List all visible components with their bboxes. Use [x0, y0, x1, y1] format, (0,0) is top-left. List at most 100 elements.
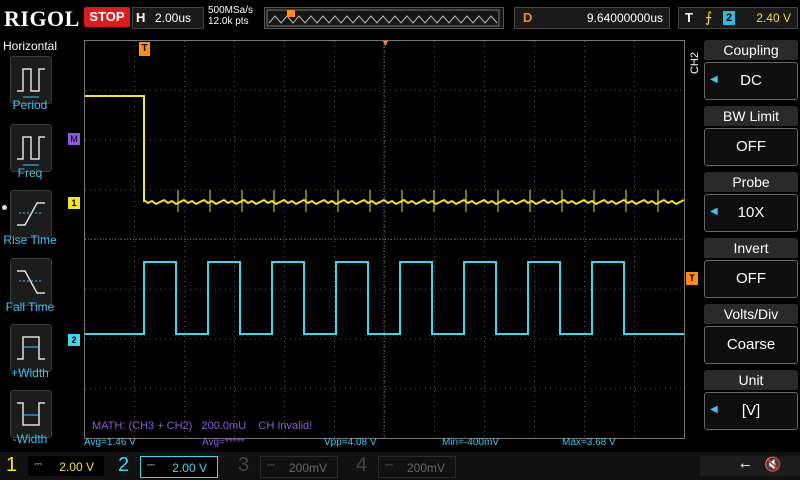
probe-title: Probe: [704, 172, 798, 192]
left-arrow-icon: ◀: [710, 206, 718, 217]
invert-menu[interactable]: Invert OFF: [704, 238, 798, 298]
memory-position-strip[interactable]: [264, 7, 504, 29]
dc-coupling-icon: ⎓: [385, 460, 393, 471]
speaker-muted-icon: 🔇: [764, 456, 782, 472]
freq-button[interactable]: [10, 124, 52, 172]
menu-channel-tag: CH2: [689, 52, 701, 75]
sample-rate: 500MSa/s: [208, 5, 254, 16]
math-status-line: MATH: (CH3 + CH2) 200.0mU CH Invalid!: [92, 420, 312, 432]
ch3-scale: 200mV: [288, 461, 327, 475]
left-panel-title: Horizontal: [2, 39, 58, 53]
volts-div-title: Volts/Div: [704, 304, 798, 324]
notification-area: ⭠ 🔇: [700, 456, 800, 476]
scroll-dot-icon: [2, 205, 7, 210]
coupling-menu[interactable]: Coupling DC ◀: [704, 40, 798, 100]
bw-limit-value[interactable]: OFF: [704, 128, 798, 166]
period-button[interactable]: [10, 56, 52, 104]
negative-width-label: -Width: [12, 432, 48, 446]
dc-coupling-icon: ⎓: [267, 460, 275, 471]
memory-depth: 12.0k pts: [208, 16, 249, 27]
volts-div-value[interactable]: Coarse: [704, 326, 798, 364]
memory-overview-icon: [266, 9, 500, 27]
math-scale: 200.0mU: [201, 420, 247, 432]
bw-limit-menu[interactable]: BW Limit OFF: [704, 106, 798, 166]
rise-time-icon: [17, 202, 45, 226]
dc-coupling-icon: ⎓: [147, 460, 155, 471]
ch1-number: 1: [6, 454, 18, 476]
trigger-level: 2.40 V: [756, 11, 791, 25]
fall-time-icon: [17, 270, 45, 294]
ch3-status[interactable]: 3 ⎓ 200mV: [232, 452, 350, 480]
ch4-status[interactable]: 4 ⎓ 200mV: [350, 452, 468, 480]
ch3-scale-box: ⎓ 200mV: [260, 456, 338, 478]
delay-box[interactable]: D 9.64000000us: [514, 7, 670, 29]
freq-label: Freq: [17, 166, 43, 180]
sampling-info: 500MSa/s 12.0k pts: [208, 5, 253, 27]
period-label: Period: [12, 98, 48, 112]
freq-icon: [17, 136, 45, 166]
ch3-number: 3: [238, 454, 250, 476]
math-label: MATH: (CH3 + CH2): [92, 420, 193, 432]
trigger-level-marker[interactable]: T: [686, 272, 698, 285]
ch2-scale-box: ⎓ 2.00 V: [140, 456, 218, 478]
delay-value: 9.64000000us: [586, 11, 663, 25]
invert-value[interactable]: OFF: [704, 260, 798, 298]
negative-width-button[interactable]: [10, 390, 52, 438]
trigger-source: 2: [723, 11, 735, 25]
ch2-scale: 2.00 V: [172, 461, 207, 475]
timebase-key: H: [136, 10, 146, 25]
ch4-number: 4: [356, 454, 368, 476]
volts-div-menu[interactable]: Volts/Div Coarse: [704, 304, 798, 364]
timebase-box[interactable]: H 2.00us: [132, 7, 204, 29]
fall-time-button[interactable]: [10, 258, 52, 306]
left-arrow-icon: ◀: [710, 74, 718, 85]
ch1-status[interactable]: 1 ⎓ 2.00 V: [0, 452, 112, 480]
timebase-value: 2.00us: [155, 11, 192, 25]
rising-edge-icon: ⨍: [705, 9, 713, 25]
probe-menu[interactable]: Probe 10X ◀: [704, 172, 798, 232]
trigger-key: T: [685, 10, 693, 25]
ch2-status[interactable]: 2 ⎓ 2.00 V: [112, 452, 230, 480]
measure-min: Min=-400mV: [442, 437, 499, 448]
ch1-scale: 2.00 V: [59, 460, 94, 474]
math-status: CH Invalid!: [258, 420, 313, 432]
waveform-display[interactable]: [84, 40, 686, 440]
center-marker-icon: ▼: [381, 38, 390, 48]
period-icon: [17, 68, 45, 98]
coupling-value[interactable]: DC: [704, 62, 798, 100]
ch1-offset-marker[interactable]: 1: [68, 197, 80, 209]
fall-time-label: Fall Time: [5, 300, 55, 314]
measure-max: Max=3.68 V: [562, 437, 616, 448]
delay-key: D: [523, 10, 533, 25]
measure-avg-math: Avg=*****: [202, 437, 245, 448]
usb-icon: ⭠: [740, 457, 751, 472]
positive-width-button[interactable]: [10, 324, 52, 372]
negative-width-icon: [17, 402, 45, 426]
trigger-position-marker[interactable]: T: [139, 42, 150, 56]
channel-status-bar: 1 ⎓ 2.00 V 2 ⎓ 2.00 V 3 ⎓ 200mV 4 ⎓ 200m…: [0, 452, 800, 480]
trigger-box[interactable]: T ⨍ 2 2.40 V: [678, 7, 798, 29]
invert-title: Invert: [704, 238, 798, 258]
ch2-offset-marker[interactable]: 2: [68, 334, 80, 346]
bw-limit-title: BW Limit: [704, 106, 798, 126]
measure-avg-ch2: Avg=1.46 V: [84, 437, 136, 448]
unit-value[interactable]: [V]: [704, 392, 798, 430]
rise-time-button[interactable]: [10, 190, 52, 238]
ch4-scale: 200mV: [406, 461, 445, 475]
unit-menu[interactable]: Unit [V] ◀: [704, 370, 798, 430]
math-offset-marker[interactable]: M: [68, 133, 80, 145]
unit-title: Unit: [704, 370, 798, 390]
run-stop-indicator[interactable]: STOP: [84, 7, 130, 27]
measure-vpp: Vpp=4.08 V: [324, 437, 377, 448]
ch2-number: 2: [118, 454, 130, 476]
positive-width-icon: [17, 336, 45, 360]
probe-value[interactable]: 10X: [704, 194, 798, 232]
dc-coupling-icon: ⎓: [34, 459, 42, 470]
brand-logo: RIGOL: [4, 6, 80, 31]
ch1-scale-box: ⎓ 2.00 V: [28, 456, 104, 476]
rise-time-label: Rise Time: [3, 233, 57, 247]
positive-width-label: +Width: [11, 366, 49, 380]
waveform-grid: [84, 40, 685, 439]
ch4-scale-box: ⎓ 200mV: [378, 456, 456, 478]
left-arrow-icon: ◀: [710, 404, 718, 415]
